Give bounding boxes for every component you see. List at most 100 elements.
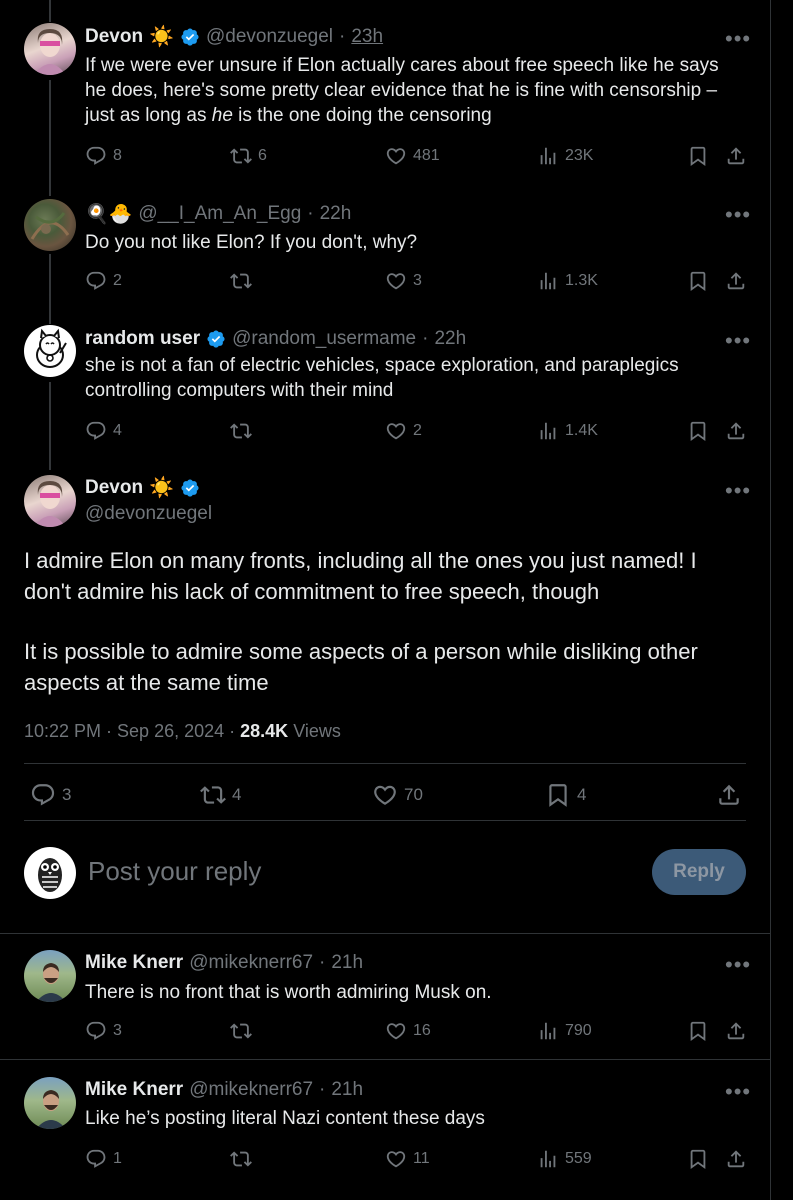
handle[interactable]: @mikeknerr67 — [189, 1079, 313, 1101]
reply-count: 3 — [62, 785, 72, 804]
views-icon — [537, 1020, 559, 1042]
verified-badge-icon — [180, 27, 200, 47]
more-icon[interactable]: ••• — [725, 954, 751, 976]
timestamp[interactable]: 21h — [331, 1079, 363, 1101]
views-button[interactable]: 1.3K — [537, 270, 598, 292]
reply-button[interactable]: 8 — [85, 145, 122, 167]
thread-tweet[interactable]: Devon ☀️ @devonzuegel · 23h ••• If we we… — [0, 0, 770, 190]
views-button[interactable]: 790 — [537, 1020, 592, 1042]
handle[interactable]: @devonzuegel — [85, 503, 212, 525]
bookmark-button[interactable] — [687, 145, 709, 167]
timestamp[interactable]: 21h — [331, 952, 363, 974]
reply-button[interactable]: 2 — [85, 270, 122, 292]
display-name[interactable]: random user — [85, 328, 200, 350]
display-name[interactable]: Mike Knerr — [85, 1079, 183, 1101]
main-tweet: Devon ☀️ @devonzuegel ••• I admire Elon … — [0, 465, 770, 840]
share-button[interactable] — [725, 420, 747, 442]
views-button[interactable]: 23K — [537, 145, 593, 167]
avatar[interactable] — [24, 1077, 76, 1129]
timestamp[interactable]: 23h — [351, 26, 383, 48]
tweet-text: Do you not like Elon? If you don't, why? — [85, 232, 418, 253]
bookmark-button[interactable] — [687, 420, 709, 442]
bookmark-count: 4 — [577, 785, 587, 804]
tweet-header: Mike Knerr @mikeknerr67 · 21h — [85, 1079, 363, 1101]
reply-icon — [85, 1148, 107, 1170]
tweet-text-paragraph: I admire Elon on many fronts, including … — [24, 548, 697, 604]
reply-button[interactable]: 3 — [85, 1020, 122, 1042]
share-icon — [725, 270, 747, 292]
share-button[interactable] — [716, 782, 742, 808]
timestamp[interactable]: 22h — [434, 328, 466, 350]
heart-icon — [385, 1020, 407, 1042]
views-button[interactable]: 559 — [537, 1148, 592, 1170]
action-bar: 4 2 1.4K — [85, 420, 755, 444]
share-button[interactable] — [725, 145, 747, 167]
views-icon — [537, 1148, 559, 1170]
reply-submit-button[interactable]: Reply — [652, 849, 746, 895]
reply-tweet[interactable]: Mike Knerr @mikeknerr67 · 21h ••• There … — [0, 934, 770, 1059]
bookmark-button[interactable] — [687, 1020, 709, 1042]
timestamp[interactable]: 22h — [320, 203, 352, 225]
bookmark-icon — [687, 1020, 709, 1042]
handle[interactable]: @mikeknerr67 — [189, 952, 313, 974]
display-name[interactable]: Mike Knerr — [85, 952, 183, 974]
display-name[interactable]: 🍳🐣 — [85, 202, 132, 226]
action-bar: 2 3 1.3K — [85, 270, 755, 294]
like-button[interactable]: 11 — [385, 1148, 430, 1170]
views-button[interactable]: 1.4K — [537, 420, 598, 442]
more-icon[interactable]: ••• — [725, 28, 751, 50]
avatar[interactable] — [24, 475, 76, 527]
reply-button[interactable]: 1 — [85, 1148, 122, 1170]
avatar[interactable] — [24, 23, 76, 75]
action-bar: 3 4 70 4 — [30, 782, 746, 806]
more-icon[interactable]: ••• — [725, 1081, 751, 1103]
display-name[interactable]: Devon — [85, 26, 143, 48]
reply-tweet[interactable]: Mike Knerr @mikeknerr67 · 21h ••• Like h… — [0, 1060, 770, 1200]
like-button[interactable]: 70 — [372, 782, 423, 808]
like-button[interactable]: 3 — [385, 270, 422, 292]
share-button[interactable] — [725, 1148, 747, 1170]
user-avatar[interactable] — [24, 847, 76, 899]
bookmark-button[interactable] — [687, 270, 709, 292]
retweet-button[interactable]: 4 — [200, 782, 241, 808]
share-button[interactable] — [725, 1020, 747, 1042]
more-icon[interactable]: ••• — [725, 480, 751, 502]
handle[interactable]: @random_usermame — [232, 328, 416, 350]
reply-input[interactable]: Post your reply — [88, 856, 261, 887]
bookmark-icon — [687, 270, 709, 292]
thread-tweet[interactable]: random user @random_usermame · 22h ••• s… — [0, 315, 770, 465]
separator-dot: · — [307, 203, 314, 224]
handle[interactable]: @devonzuegel — [206, 26, 333, 48]
tweet-header: 🍳🐣 @__I_Am_An_Egg · 22h — [85, 202, 351, 226]
retweet-button[interactable] — [230, 1148, 258, 1170]
reply-button[interactable]: 4 — [85, 420, 122, 442]
avatar[interactable] — [24, 950, 76, 1002]
bookmark-button[interactable]: 4 — [545, 782, 586, 808]
action-bar: 1 11 559 — [85, 1148, 755, 1172]
reply-button[interactable]: 3 — [30, 782, 71, 808]
like-button[interactable]: 481 — [385, 145, 440, 167]
handle[interactable]: @__I_Am_An_Egg — [138, 203, 301, 225]
views-count: 790 — [565, 1022, 592, 1039]
retweet-button[interactable]: 6 — [230, 145, 267, 167]
bookmark-button[interactable] — [687, 1148, 709, 1170]
retweet-button[interactable] — [230, 420, 258, 442]
avatar[interactable] — [24, 199, 76, 251]
share-button[interactable] — [725, 270, 747, 292]
like-button[interactable]: 2 — [385, 420, 422, 442]
thread-tweet[interactable]: 🍳🐣 @__I_Am_An_Egg · 22h ••• Do you not l… — [0, 190, 770, 315]
retweet-icon — [230, 145, 252, 167]
more-icon[interactable]: ••• — [725, 330, 751, 352]
more-icon[interactable]: ••• — [725, 204, 751, 226]
tweet-text-paragraph: It is possible to admire some aspects of… — [24, 639, 698, 695]
like-button[interactable]: 16 — [385, 1020, 431, 1042]
avatar[interactable] — [24, 325, 76, 377]
post-timestamp[interactable]: 10:22 PM · Sep 26, 2024 · — [24, 721, 240, 741]
retweet-icon — [200, 782, 226, 808]
display-name[interactable]: Devon — [85, 477, 143, 499]
views-count: 559 — [565, 1150, 592, 1167]
like-count: 11 — [413, 1150, 430, 1167]
retweet-button[interactable] — [230, 270, 258, 292]
bookmark-icon — [545, 782, 571, 808]
retweet-button[interactable] — [230, 1020, 258, 1042]
